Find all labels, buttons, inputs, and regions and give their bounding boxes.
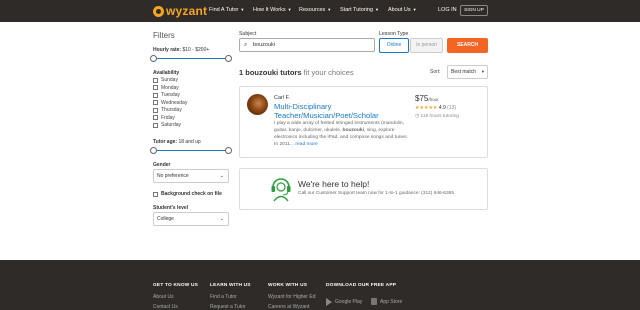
- top-nav: wyzant Find A Tutor ▼ How It Works ▼ Resou…: [0, 0, 640, 22]
- slider-min-handle[interactable]: [150, 147, 157, 154]
- google-play-icon: [326, 298, 332, 306]
- slider-max-handle[interactable]: [225, 147, 232, 154]
- results-count: 1 bouzouki tutors fit your choices: [239, 68, 354, 77]
- nav-how-it-works[interactable]: How It Works ▼: [253, 7, 292, 13]
- checkbox[interactable]: [153, 77, 158, 83]
- sort-label: Sort:: [430, 69, 441, 75]
- footer: GET TO KNOW US About Us Contact Us LEARN…: [0, 260, 640, 310]
- chevron-down-icon: ⌄: [219, 216, 224, 222]
- help-title: We're here to help!: [298, 179, 370, 189]
- slider-min-handle[interactable]: [150, 55, 157, 62]
- footer-heading-work-with-us: WORK WITH US: [268, 283, 308, 288]
- tutor-card[interactable]: Carl F. Multi-Disciplinary Teacher/Music…: [239, 86, 488, 158]
- caret-down-icon: ▼: [287, 7, 292, 12]
- filters-title: Filters: [153, 31, 175, 40]
- phone-icon: [371, 298, 377, 305]
- checkbox[interactable]: [153, 100, 158, 105]
- checkbox[interactable]: [153, 115, 158, 120]
- app-store-link[interactable]: App Store: [371, 298, 402, 305]
- subject-input[interactable]: ⌕ bouzouki: [239, 38, 375, 52]
- tutor-age-label: Tutor age: 18 and up: [153, 139, 201, 145]
- background-check-checkbox[interactable]: Background check on file: [153, 191, 222, 197]
- gender-label: Gender: [153, 162, 171, 168]
- footer-link-contact-us[interactable]: Contact Us: [153, 304, 178, 310]
- day-checkbox-friday[interactable]: Friday: [153, 115, 175, 121]
- footer-link-about-us[interactable]: About Us: [153, 294, 174, 300]
- tutor-rating: ★★★★★ 4.9 (13): [415, 105, 457, 111]
- caret-down-icon: ▼: [375, 7, 379, 12]
- caret-down-icon: ▼: [327, 7, 332, 12]
- gender-select[interactable]: No preference ⌄: [153, 169, 229, 183]
- tutor-hours: ◷ 119 hours tutoring: [415, 114, 459, 119]
- google-play-link[interactable]: Google Play: [326, 298, 362, 306]
- login-link[interactable]: LOG IN: [438, 7, 457, 13]
- logo[interactable]: wyzant: [153, 4, 207, 18]
- subject-label: Subject: [239, 31, 257, 37]
- footer-heading-learn-with-us: LEARN WITH US: [210, 283, 251, 288]
- tutor-description: I play a wide array of fretted stringed …: [274, 121, 409, 148]
- clock-icon: ◷: [415, 114, 420, 119]
- day-checkbox-thursday[interactable]: Thursday: [153, 107, 182, 113]
- lesson-type-label: Lesson Type: [379, 31, 409, 37]
- help-subtitle: Call our Customer Support team now for 1…: [298, 191, 454, 196]
- day-checkbox-sunday[interactable]: Sunday: [153, 77, 178, 83]
- footer-heading-download-app: DOWNLOAD OUR FREE APP: [326, 283, 397, 288]
- nav-resources[interactable]: Resources ▼: [299, 7, 331, 13]
- logo-text: wyzant: [166, 4, 208, 18]
- tutor-name: Carl F.: [274, 95, 290, 101]
- checkbox[interactable]: [153, 107, 158, 113]
- slider-max-handle[interactable]: [225, 55, 232, 62]
- day-checkbox-tuesday[interactable]: Tuesday: [153, 92, 180, 98]
- lesson-type-in-person[interactable]: In person: [410, 38, 443, 53]
- footer-link-higher-ed[interactable]: Wyzant for Higher Ed: [268, 294, 315, 300]
- search-button[interactable]: SEARCH: [447, 38, 488, 53]
- headset-icon: [271, 178, 291, 202]
- signup-button[interactable]: SIGN UP: [460, 5, 488, 16]
- footer-link-request-a-tutor[interactable]: Request a Tutor: [210, 304, 246, 310]
- sort-select[interactable]: Best match ▾: [447, 65, 488, 79]
- day-checkbox-wednesday[interactable]: Wednesday: [153, 100, 187, 106]
- logo-icon: [153, 5, 164, 17]
- nav-find-a-tutor[interactable]: Find A Tutor ▼: [209, 7, 244, 13]
- checkbox[interactable]: [153, 191, 158, 197]
- search-icon: ⌕: [244, 42, 248, 48]
- star-icons: ★★★★★: [415, 105, 438, 111]
- hourly-rate-label: Hourly rate: $10 - $200+: [153, 47, 210, 53]
- student-level-label: Student's level: [153, 205, 189, 211]
- help-card: We're here to help! Call our Customer Su…: [239, 168, 488, 210]
- tutor-price: $75/hour: [415, 94, 439, 103]
- checkbox[interactable]: [153, 85, 158, 90]
- nav-start-tutoring[interactable]: Start Tutoring ▼: [340, 7, 379, 13]
- footer-link-careers[interactable]: Careers at Wyzant: [268, 304, 309, 310]
- caret-down-icon: ▼: [240, 7, 245, 12]
- read-more-link[interactable]: read more: [295, 142, 317, 147]
- hourly-rate-slider[interactable]: [150, 55, 232, 62]
- tutor-age-slider[interactable]: [150, 147, 232, 154]
- chevron-down-icon: ▾: [481, 69, 484, 74]
- day-checkbox-monday[interactable]: Monday: [153, 85, 179, 91]
- student-level-select[interactable]: College ⌄: [153, 212, 229, 226]
- chevron-down-icon: ⌄: [219, 173, 224, 179]
- caret-down-icon: ▼: [412, 7, 417, 12]
- lesson-type-online[interactable]: Online: [379, 38, 409, 53]
- availability-label: Availability: [153, 70, 180, 76]
- avatar[interactable]: [247, 94, 268, 115]
- checkbox[interactable]: [153, 92, 158, 98]
- tutor-title-link[interactable]: Multi-Disciplinary Teacher/Musician/Poet…: [274, 102, 404, 120]
- day-checkbox-saturday[interactable]: Saturday: [153, 122, 181, 128]
- checkbox[interactable]: [153, 122, 158, 128]
- footer-link-find-a-tutor[interactable]: Find a Tutor: [210, 294, 237, 300]
- nav-about-us[interactable]: About Us ▼: [388, 7, 417, 13]
- footer-heading-get-to-know-us: GET TO KNOW US: [153, 283, 199, 288]
